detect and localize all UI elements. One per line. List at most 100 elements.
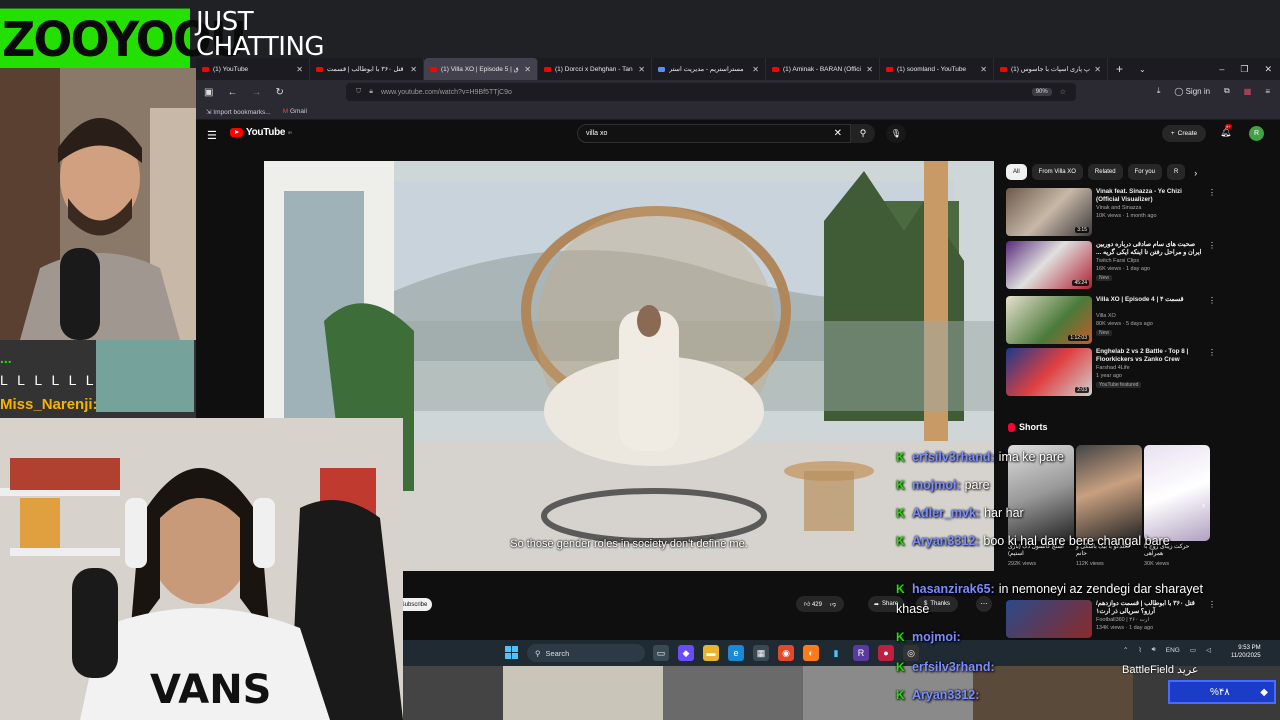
video-thumbnail[interactable]: 2:03 (1006, 348, 1092, 396)
browser-tab[interactable]: (1) soomland - YouTube ✕ (880, 58, 994, 80)
close-tab-icon[interactable]: ✕ (1094, 65, 1101, 74)
search-input[interactable]: villa xo ✕ (577, 124, 851, 143)
obs-icon[interactable]: ◎ (903, 645, 919, 661)
chip-truncated[interactable]: R (1166, 164, 1186, 180)
close-tab-icon[interactable]: ✕ (980, 65, 987, 74)
sidebar-toggle-icon[interactable]: ▣ (204, 87, 213, 98)
download-icon[interactable]: ⤓ (1157, 86, 1161, 96)
volume-icon[interactable]: 🔊︎ (1152, 646, 1156, 654)
bookmark-star-icon[interactable]: ☆ (1060, 88, 1066, 96)
chip-for-you[interactable]: For you (1127, 164, 1162, 180)
recommendation-item[interactable]: 2:03 Enghelab 2 vs 2 Battle - Top 8 | Fl… (1006, 348, 1221, 400)
video-thumbnail[interactable]: 1:12:03 (1006, 296, 1092, 344)
youtube-logo[interactable]: YouTube IR (230, 127, 292, 138)
chip-all[interactable]: All (1006, 164, 1027, 180)
notifications-button[interactable]: 🔔︎ 9+ (1220, 124, 1232, 138)
chrome-icon[interactable]: ◉ (778, 645, 794, 661)
hamburger-menu-icon[interactable]: ☰ (207, 129, 217, 142)
video-thumbnail[interactable]: 45:24 (1006, 241, 1092, 289)
url-bar[interactable]: ⛉ 🔒︎ www.youtube.com/watch?v=H9Bf5TTjC9o… (346, 83, 1076, 101)
video-title[interactable]: Vinak feat. Sinazza - Ye Chizi (Official… (1096, 188, 1204, 204)
browser-tab[interactable]: (1) Aminak - BARAN (Offici ✕ (766, 58, 880, 80)
recommendation-item[interactable]: 1:12:03 Villa XO | Episode 4 | قسمت ۴ Vi… (1006, 296, 1221, 348)
reload-icon[interactable]: ↻ (275, 87, 283, 98)
extensions-icon[interactable]: ⧉ (1224, 86, 1230, 96)
more-vert-icon[interactable]: ⋮ (1208, 296, 1216, 305)
chip-from-channel[interactable]: From Villa XO (1031, 164, 1083, 180)
close-tab-icon[interactable]: ✕ (296, 65, 303, 74)
clear-search-icon[interactable]: ✕ (834, 128, 842, 139)
stream-screen: (1) YouTube ✕ قتل ۳۶۰ با ابوطالب | قسمت ✕ … (0, 0, 1280, 720)
voice-search-button[interactable]: 🎙︎ (886, 124, 906, 143)
more-actions-icon[interactable]: ⋯ (976, 596, 992, 612)
shorts-thumbnail[interactable] (1144, 445, 1210, 541)
chart-app-icon[interactable]: ▮ (828, 645, 844, 661)
store-icon[interactable]: ▦ (753, 645, 769, 661)
channel-name[interactable]: Villa XO (1096, 313, 1116, 319)
dislike-button[interactable]: 👎︎ (830, 600, 836, 608)
like-button[interactable]: 👍︎ 429 (804, 600, 822, 608)
channel-name[interactable]: Vinak and Sinazza (1096, 205, 1141, 211)
tab-list-chevron-icon[interactable]: ⌄ (1131, 65, 1154, 74)
record-app-icon[interactable]: ● (878, 645, 894, 661)
copilot-icon[interactable]: ◆ (678, 645, 694, 661)
bookmark-gmail[interactable]: M Gmail (283, 108, 307, 115)
tray-chevron-icon[interactable]: ⌃ (1123, 646, 1128, 654)
channel-name[interactable]: Twitch Farsi Clips (1096, 258, 1139, 264)
window-close-icon[interactable]: ✕ (1264, 64, 1272, 75)
more-vert-icon[interactable]: ⋮ (1208, 188, 1216, 197)
more-vert-icon[interactable]: ⋮ (1208, 348, 1216, 357)
chip-related[interactable]: Related (1087, 164, 1123, 180)
recommendation-item[interactable]: 3:15 Vinak feat. Sinazza - Ye Chizi (Off… (1006, 188, 1221, 240)
network-icon[interactable]: ▭ (1190, 646, 1196, 654)
browser-tab[interactable]: (1) Dorcci x Dehghan - Tan ✕ (538, 58, 652, 80)
taskbar-search[interactable]: ⚲ Search (527, 644, 645, 662)
task-view-icon[interactable]: ▭ (653, 645, 669, 661)
more-vert-icon[interactable]: ⋮ (1208, 600, 1216, 609)
close-tab-icon[interactable]: ✕ (638, 65, 645, 74)
addon-icon[interactable]: ▦ (1244, 87, 1252, 96)
zoom-indicator[interactable]: 90% (1031, 88, 1052, 96)
file-explorer-icon[interactable]: ▬ (703, 645, 719, 661)
firefox-icon[interactable]: ◐ (803, 645, 819, 661)
sign-in-button[interactable]: ◯ Sign in (1174, 87, 1210, 96)
back-arrow-icon[interactable]: ← (227, 87, 237, 98)
account-avatar[interactable]: R (1249, 126, 1264, 141)
more-vert-icon[interactable]: ⋮ (1208, 241, 1216, 250)
speaker-icon[interactable]: ◁ (1206, 646, 1211, 654)
close-tab-icon[interactable]: ✕ (752, 65, 759, 74)
browser-tab-active[interactable]: (1) Villa XO | Episode 5 | ق ✕ (424, 58, 538, 80)
close-tab-icon[interactable]: ✕ (866, 65, 873, 74)
close-tab-icon[interactable]: ✕ (410, 65, 417, 74)
r-app-icon[interactable]: R (853, 645, 869, 661)
shorts-next-icon[interactable]: › (1202, 500, 1205, 510)
channel-name[interactable]: Farshad 4Life (1096, 365, 1130, 371)
menu-icon[interactable]: ≡ (1265, 87, 1270, 96)
channel-name[interactable]: Football360 | ۳۶۰ ارت (1096, 617, 1149, 623)
forward-arrow-icon[interactable]: → (251, 87, 261, 98)
video-title[interactable]: Enghelab 2 vs 2 Battle - Top 8 | Floorki… (1096, 348, 1204, 364)
windows-start-icon[interactable] (505, 646, 518, 659)
browser-tab[interactable]: مستراستریم - مدیریت استر ✕ (652, 58, 766, 80)
browser-tab[interactable]: قتل ۳۶۰ با ابوطالب | قسمت ✕ (310, 58, 424, 80)
recommendation-item[interactable]: 45:24 صحبت های سام صادقی درباره دوربین ا… (1006, 241, 1221, 293)
minimize-icon[interactable]: – (1219, 64, 1224, 75)
video-title[interactable]: قتل ۳۶۰ با ابوطالب | قسمت دوازدهم/آرزو؟ … (1096, 600, 1204, 616)
shorts-thumbnail[interactable] (1076, 445, 1142, 541)
wifi-off-icon[interactable]: ⌇ (1138, 646, 1141, 654)
video-thumbnail[interactable]: 3:15 (1006, 188, 1092, 236)
video-thumbnail[interactable] (1006, 600, 1092, 638)
bookmark-import[interactable]: ⇲ Import bookmarks... (206, 108, 271, 116)
video-title[interactable]: Villa XO | Episode 4 | قسمت ۴ (1096, 296, 1204, 304)
new-tab-plus-icon[interactable]: + (1108, 62, 1131, 76)
close-tab-icon[interactable]: ✕ (524, 65, 531, 74)
maximize-icon[interactable]: ❐ (1240, 64, 1248, 75)
language-indicator[interactable]: ENG (1166, 647, 1180, 654)
chevron-right-icon[interactable]: › (1190, 164, 1197, 181)
browser-tab[interactable]: (1) پ پاری اسپات با جاسوس ✕ (994, 58, 1108, 80)
search-button[interactable]: ⚲ (851, 124, 875, 143)
edge-icon[interactable]: e (728, 645, 744, 661)
video-title[interactable]: صحبت های سام صادقی درباره دوربین ایران و… (1096, 241, 1204, 257)
create-button[interactable]: + Create (1162, 125, 1206, 142)
taskbar-clock[interactable]: 9:53 PM 11/20/2025 (1231, 644, 1261, 660)
